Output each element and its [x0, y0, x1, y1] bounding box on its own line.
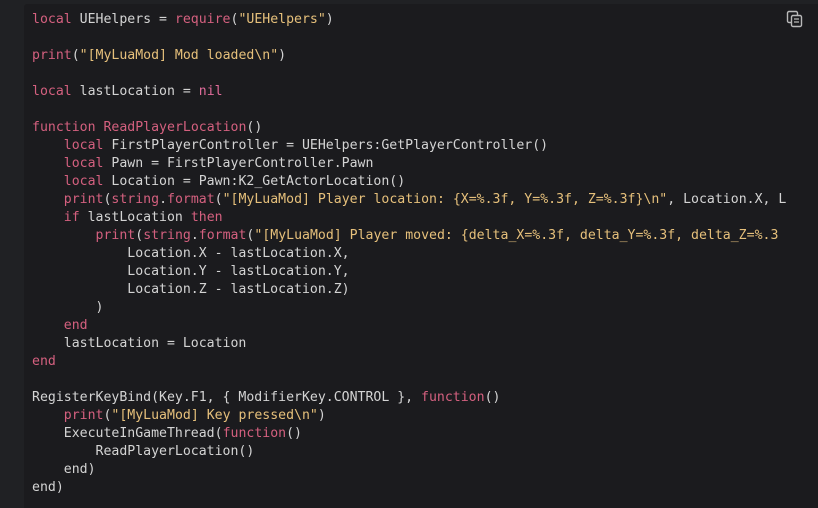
code-token: print — [95, 228, 136, 243]
code-token: ( — [71, 48, 80, 63]
code-token: end) — [32, 480, 64, 495]
code-token: print — [63, 408, 104, 423]
code-line: local lastLocation = nil — [32, 83, 786, 101]
code-token: () — [246, 120, 263, 135]
code-token: ) — [278, 48, 287, 63]
code-line: if lastLocation then — [32, 209, 786, 227]
code-token: ) — [325, 12, 334, 27]
code-token: local — [32, 84, 72, 99]
code-token: print — [32, 48, 72, 63]
left-gutter — [0, 0, 24, 508]
code-token: local — [63, 138, 104, 153]
code-line: local Location = Pawn:K2_GetActorLocatio… — [32, 173, 786, 191]
code-token: "[MyLuaMod] Player moved: {delta_X=%.3f,… — [254, 228, 779, 243]
code-token: RegisterKeyBind(Key.F1, { ModifierKey.CO… — [32, 390, 422, 405]
code-token: ReadPlayerLocation() — [32, 444, 255, 459]
code-line: local UEHelpers = require("UEHelpers") — [32, 11, 786, 29]
code-line: function ReadPlayerLocation() — [32, 119, 786, 137]
code-line: Location.X - lastLocation.X, — [32, 245, 786, 263]
code-token: require — [174, 12, 231, 27]
code-token: print — [63, 192, 104, 207]
code-token: ReadPlayerLocation — [103, 120, 247, 135]
code-token: format — [198, 228, 247, 243]
copy-icon — [786, 10, 803, 28]
code-line: local FirstPlayerController = UEHelpers:… — [32, 137, 786, 155]
code-line: end) — [32, 461, 786, 479]
code-token: lastLocation = Location — [32, 336, 247, 351]
code-token: format — [167, 192, 215, 207]
code-token: FirstPlayerController = UEHelpers:GetPla… — [103, 138, 549, 153]
code-token: Location = Pawn:K2_GetActorLocation() — [103, 174, 406, 189]
code-token: Location.Y - lastLocation.Y, — [32, 264, 350, 279]
code-line: print("[MyLuaMod] Mod loaded\n") — [32, 47, 786, 65]
code-token: string — [143, 228, 191, 243]
code-token: ) — [317, 408, 326, 423]
code-token: "[MyLuaMod] Key pressed\n" — [111, 408, 318, 423]
code-token: string — [111, 192, 160, 207]
code-token: "[MyLuaMod] Player location: {X=%.3f, Y=… — [222, 192, 668, 207]
code-token: "UEHelpers" — [238, 12, 326, 27]
code-token: ) — [32, 300, 104, 315]
code-listing: local UEHelpers = require("UEHelpers") p… — [32, 11, 786, 497]
code-line: local Pawn = FirstPlayerController.Pawn — [32, 155, 786, 173]
code-token: then — [190, 210, 223, 225]
code-line: ReadPlayerLocation() — [32, 443, 786, 461]
code-token: local — [32, 12, 72, 27]
code-token: if — [63, 210, 80, 225]
code-token: local — [63, 174, 104, 189]
code-line: ExecuteInGameThread(function() — [32, 425, 786, 443]
code-token: . — [190, 228, 199, 243]
code-token: nil — [198, 84, 223, 99]
code-line: end) — [32, 479, 786, 497]
code-token: Pawn = FirstPlayerController.Pawn — [103, 156, 374, 171]
code-line: print(string.format("[MyLuaMod] Player m… — [32, 227, 786, 245]
code-line: ) — [32, 299, 786, 317]
code-token: () — [484, 390, 501, 405]
code-token: ( — [214, 192, 223, 207]
code-token: . — [159, 192, 168, 207]
code-token: end) — [32, 462, 96, 477]
code-token: function — [32, 120, 96, 135]
code-line: Location.Y - lastLocation.Y, — [32, 263, 786, 281]
code-token: Location.X - lastLocation.X, — [32, 246, 350, 261]
code-block: local UEHelpers = require("UEHelpers") p… — [24, 4, 818, 508]
code-token: ExecuteInGameThread( — [32, 426, 223, 441]
code-line: end — [32, 317, 786, 335]
code-line: print(string.format("[MyLuaMod] Player l… — [32, 191, 787, 209]
code-token: ( — [135, 228, 144, 243]
code-token: local — [63, 156, 104, 171]
code-line: lastLocation = Location — [32, 335, 786, 353]
code-token: , Location.X, L — [667, 192, 787, 207]
code-token: lastLocation — [79, 210, 191, 225]
code-token: Location.Z - lastLocation.Z) — [32, 282, 350, 297]
code-token: () — [286, 426, 302, 441]
code-line: Location.Z - lastLocation.Z) — [32, 281, 786, 299]
code-line: print("[MyLuaMod] Key pressed\n") — [32, 407, 786, 425]
code-line: RegisterKeyBind(Key.F1, { ModifierKey.CO… — [32, 389, 786, 407]
code-token: function — [421, 390, 485, 405]
code-token: end — [63, 318, 88, 333]
code-token: "[MyLuaMod] Mod loaded\n" — [79, 48, 279, 63]
code-token: function — [222, 426, 287, 441]
code-token: end — [32, 354, 56, 369]
copy-button[interactable] — [786, 10, 804, 28]
code-token: UEHelpers = — [71, 12, 175, 27]
code-token: lastLocation = — [71, 84, 199, 99]
code-line: end — [32, 353, 786, 371]
